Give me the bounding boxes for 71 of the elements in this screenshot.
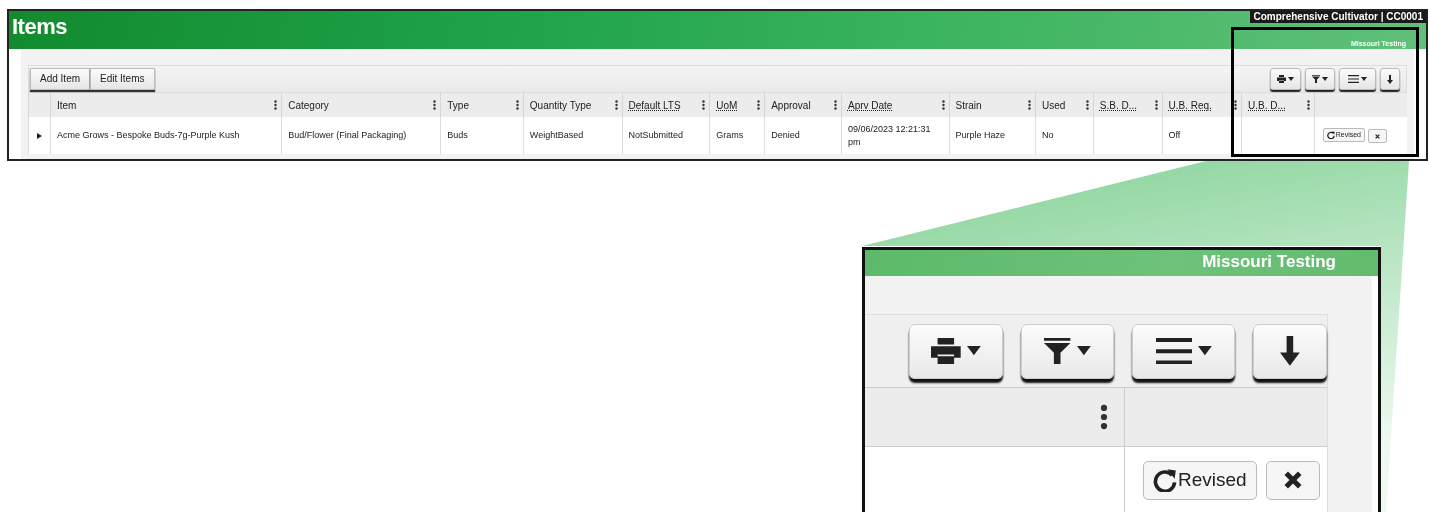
column-label[interactable]: Aprv Date (847, 97, 893, 113)
dropdown-button[interactable] (1132, 323, 1235, 379)
caret-icon (966, 346, 981, 356)
caret-icon (1197, 346, 1212, 356)
kebab-icon[interactable] (1085, 100, 1089, 110)
column-label[interactable]: U.B. Req. (1168, 97, 1212, 113)
menu-icon (1348, 75, 1359, 83)
revise-button[interactable]: Revised (1143, 460, 1257, 500)
table-cell-text: Bud/Flower (Final Packaging) (288, 130, 407, 140)
table-cell-text: Off (1168, 130, 1181, 140)
table-cell-text: Buds (447, 130, 468, 140)
column-label[interactable]: UoM (716, 97, 738, 113)
expand-icon[interactable] (37, 132, 42, 139)
caret-icon (1361, 77, 1367, 81)
menu-icon (1155, 337, 1192, 365)
down-arrow-icon (1387, 74, 1393, 84)
printer-icon (1277, 75, 1286, 83)
column-label[interactable]: U.B. D... (1248, 97, 1286, 113)
kebab-icon[interactable] (833, 100, 837, 110)
kebab-icon[interactable] (1028, 100, 1032, 110)
table-cell-text: Grams (716, 130, 744, 140)
table-cell-text: NotSubmitted (628, 130, 684, 140)
filter-icon (1044, 337, 1071, 365)
kebab-icon[interactable] (614, 100, 618, 110)
refresh-icon (1153, 468, 1177, 492)
kebab-icon[interactable] (274, 100, 278, 110)
close-icon (1283, 471, 1302, 489)
column-label[interactable]: Category (288, 97, 329, 113)
download-button[interactable] (1252, 323, 1327, 379)
printer-icon (931, 337, 961, 365)
caret-icon (1076, 346, 1091, 356)
close-icon (1375, 132, 1380, 140)
down-arrow-icon (1280, 336, 1300, 366)
toolbar-button[interactable]: Add Item (30, 68, 91, 90)
column-label[interactable]: Approval (771, 97, 811, 113)
kebab-icon[interactable] (1100, 404, 1108, 430)
table-cell-text: Acme Grows - Bespoke Buds-7g-Purple Kush (56, 130, 240, 140)
table-cell-text: 09/06/2023 12:21:31 pm (847, 123, 931, 147)
column-label[interactable]: Item (56, 97, 77, 113)
dropdown-button[interactable] (909, 323, 1003, 379)
table-cell-text: Purple Haze (955, 130, 1006, 140)
dropdown-button[interactable] (1339, 68, 1376, 90)
column-label[interactable]: Default LTS (628, 97, 681, 113)
kebab-icon[interactable] (702, 100, 706, 110)
caret-icon (1288, 77, 1294, 81)
kebab-icon[interactable] (433, 100, 437, 110)
dropdown-button[interactable] (1020, 323, 1115, 379)
kebab-icon[interactable] (941, 100, 945, 110)
column-label[interactable]: Used (1042, 97, 1066, 113)
caret-icon (1322, 77, 1328, 81)
kebab-icon[interactable] (1154, 100, 1158, 110)
table-cell-text: WeightBased (529, 130, 584, 140)
column-label[interactable]: Strain (955, 97, 982, 113)
table-cell-text: No (1042, 130, 1054, 140)
close-button[interactable] (1265, 460, 1320, 500)
kebab-icon[interactable] (757, 100, 761, 110)
kebab-icon[interactable] (515, 100, 519, 110)
page-title: Items (11, 13, 67, 41)
column-label[interactable]: S.B. D... (1099, 97, 1138, 113)
dropdown-button[interactable] (1270, 68, 1301, 90)
kebab-icon[interactable] (1234, 100, 1238, 110)
filter-icon (1312, 75, 1320, 83)
refresh-icon (1326, 130, 1335, 139)
dropdown-button[interactable] (1305, 68, 1335, 90)
account-label[interactable]: Comprehensive Cultivator | CC0001 (1250, 11, 1426, 23)
column-label[interactable]: Quantity Type (529, 97, 592, 113)
column-label[interactable]: Type (447, 97, 469, 113)
download-button[interactable] (1380, 68, 1400, 90)
kebab-icon[interactable] (1306, 100, 1310, 110)
toolbar-button[interactable]: Edit Items (90, 68, 155, 90)
table-cell-text: Denied (771, 130, 800, 140)
